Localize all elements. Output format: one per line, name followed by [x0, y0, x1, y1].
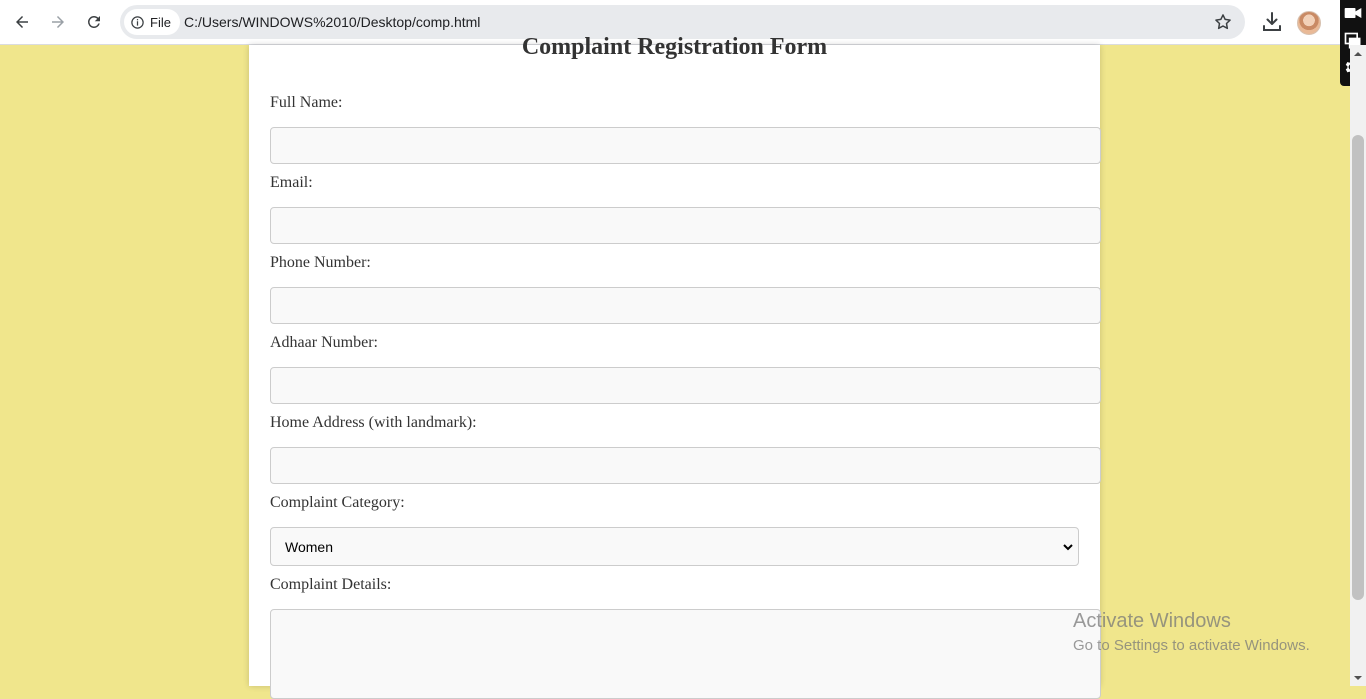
- video-camera-icon[interactable]: [1343, 3, 1363, 23]
- profile-avatar[interactable]: [1297, 11, 1321, 35]
- details-label: Complaint Details:: [270, 576, 392, 593]
- arrow-right-icon: [52, 16, 64, 28]
- full-name-input[interactable]: [270, 127, 1101, 164]
- info-icon: [131, 15, 144, 29]
- watermark-subtitle: Go to Settings to activate Windows.: [1073, 637, 1310, 654]
- category-selected-value: Women: [285, 538, 333, 555]
- page-scrollbar-thumb[interactable]: [1352, 135, 1364, 600]
- phone-input[interactable]: [270, 287, 1101, 324]
- full-name-label: Full Name:: [270, 94, 343, 111]
- site-info-chip[interactable]: File: [124, 9, 180, 35]
- reload-icon: [87, 15, 100, 28]
- adhaar-input[interactable]: [270, 367, 1101, 404]
- watermark-title: Activate Windows: [1073, 610, 1231, 632]
- back-button[interactable]: [8, 8, 36, 36]
- site-chip-label: File: [150, 14, 171, 30]
- chevron-down-icon: [1063, 544, 1073, 551]
- scroll-down-arrow-icon[interactable]: [1352, 672, 1364, 684]
- arrow-left-icon: [16, 16, 28, 28]
- reload-button[interactable]: [80, 8, 108, 36]
- category-select[interactable]: Women: [270, 527, 1079, 566]
- activation-watermark: Activate Windows Go to Settings to activ…: [1073, 610, 1310, 654]
- phone-label: Phone Number:: [270, 254, 371, 271]
- address-label: Home Address (with landmark):: [270, 414, 477, 431]
- adhaar-label: Adhaar Number:: [270, 334, 378, 351]
- email-input[interactable]: [270, 207, 1101, 244]
- page-title: Complaint Registration Form: [521, 34, 828, 60]
- scroll-up-arrow-icon[interactable]: [1352, 48, 1364, 60]
- bookmark-star-icon[interactable]: [1213, 12, 1233, 32]
- email-label: Email:: [270, 174, 313, 191]
- address-input[interactable]: [270, 447, 1101, 484]
- category-label: Complaint Category:: [270, 494, 405, 511]
- download-icon[interactable]: [1260, 10, 1284, 34]
- forward-button[interactable]: [44, 8, 72, 36]
